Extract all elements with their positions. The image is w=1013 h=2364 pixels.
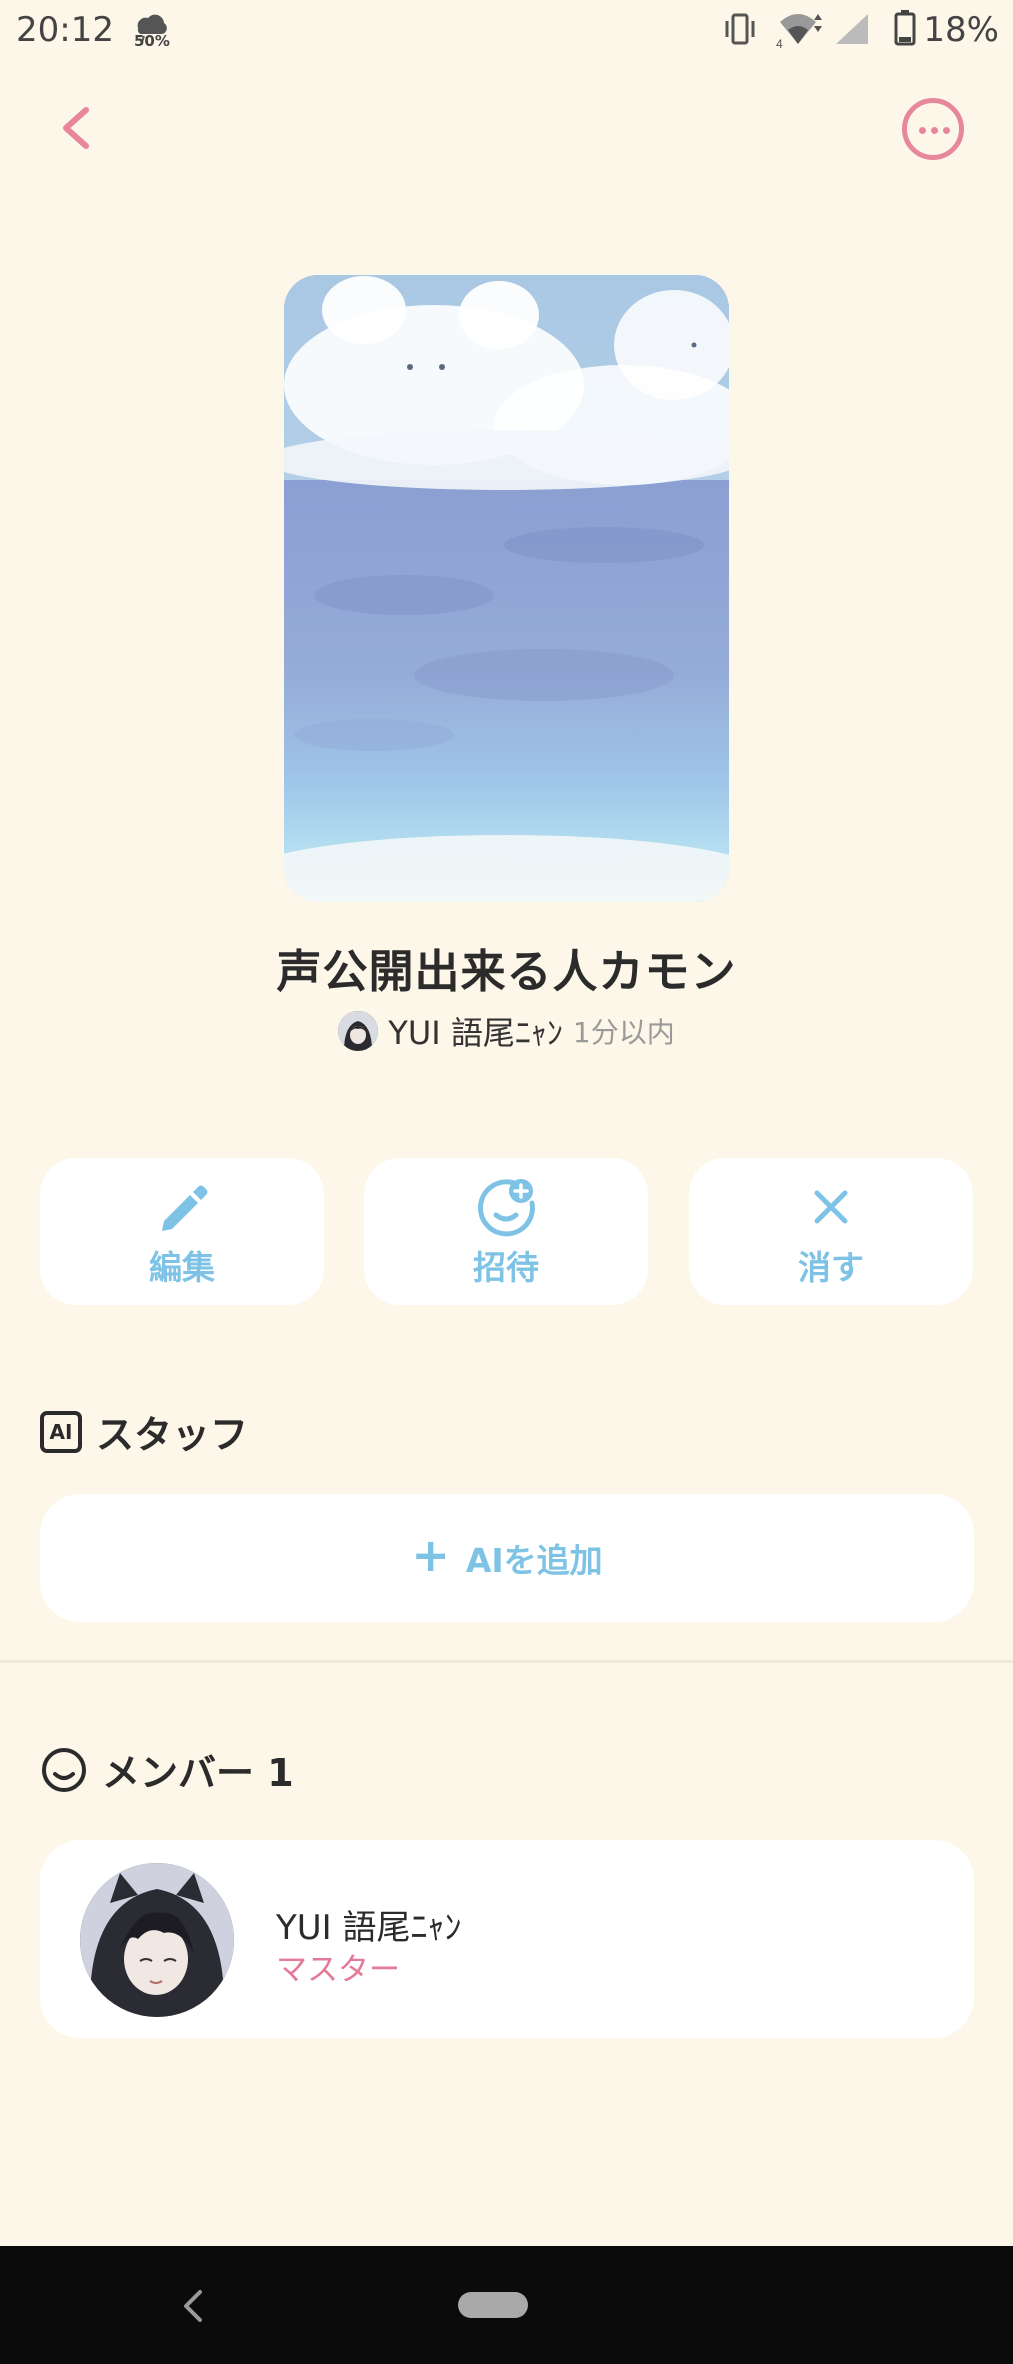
wifi-icon: 4 [776,14,822,48]
room-cover-image [284,275,729,902]
staff-section-header: AI スタッフ [40,1404,248,1459]
member-avatar[interactable] [80,1863,234,2017]
close-icon [814,1190,848,1223]
smile-icon [42,1747,86,1792]
ai-icon: AI [40,1410,82,1453]
chevron-left-icon [63,107,89,149]
post-time: 1分以内 [572,1016,675,1049]
section-divider [0,1660,1013,1663]
battery-icon [894,10,916,46]
invite-button[interactable]: 招待 [364,1158,648,1305]
nav-home-pill[interactable] [458,2292,528,2318]
members-section-title: メンバー 1 [102,1751,294,1795]
owner-avatar[interactable] [338,1011,379,1051]
more-options-button[interactable] [902,98,964,160]
svg-text:4: 4 [776,37,783,48]
status-time: 20:12 [16,10,114,50]
edit-label: 編集 [149,1247,215,1287]
back-button[interactable] [52,98,108,158]
delete-button[interactable]: 消す [689,1158,973,1305]
member-card[interactable]: YUI 語尾ﾆｬﾝ マスター [40,1840,974,2038]
member-name: YUI 語尾ﾆｬﾝ [276,1908,462,1948]
invite-face-plus-icon [478,1178,535,1236]
nav-back-icon[interactable] [174,2284,214,2328]
add-ai-button[interactable]: + AIを追加 [40,1494,974,1622]
status-bar: 20:12 50% 4 18% [0,0,1013,60]
owner-name[interactable]: YUI 語尾ﾆｬﾝ [388,1008,563,1054]
staff-section-title: スタッフ [96,1413,249,1457]
members-section-header: メンバー 1 [40,1742,294,1797]
edit-button[interactable]: 編集 [40,1158,324,1305]
signal-icon [836,14,868,44]
pencil-icon [162,1185,208,1231]
battery-percent: 18% [923,10,999,50]
more-horizontal-icon [919,127,926,134]
add-ai-label: AIを追加 [465,1541,603,1580]
system-nav-bar [0,2246,1013,2364]
room-title: 声公開出来る人カモン [276,945,737,998]
room-detail-screen: 20:12 50% 4 18% 声公開出来る人カモン YUI 語尾ﾆｬﾝ 1分以… [0,0,1013,2364]
plus-icon: + [411,1528,450,1582]
weather-label: 50% [134,32,170,50]
delete-label: 消す [798,1247,864,1287]
member-role-badge: マスター [276,1952,400,1988]
owner-line: YUI 語尾ﾆｬﾝ 1分以内 [0,1008,1013,1056]
invite-label: 招待 [473,1247,539,1287]
vibrate-icon [725,13,755,45]
